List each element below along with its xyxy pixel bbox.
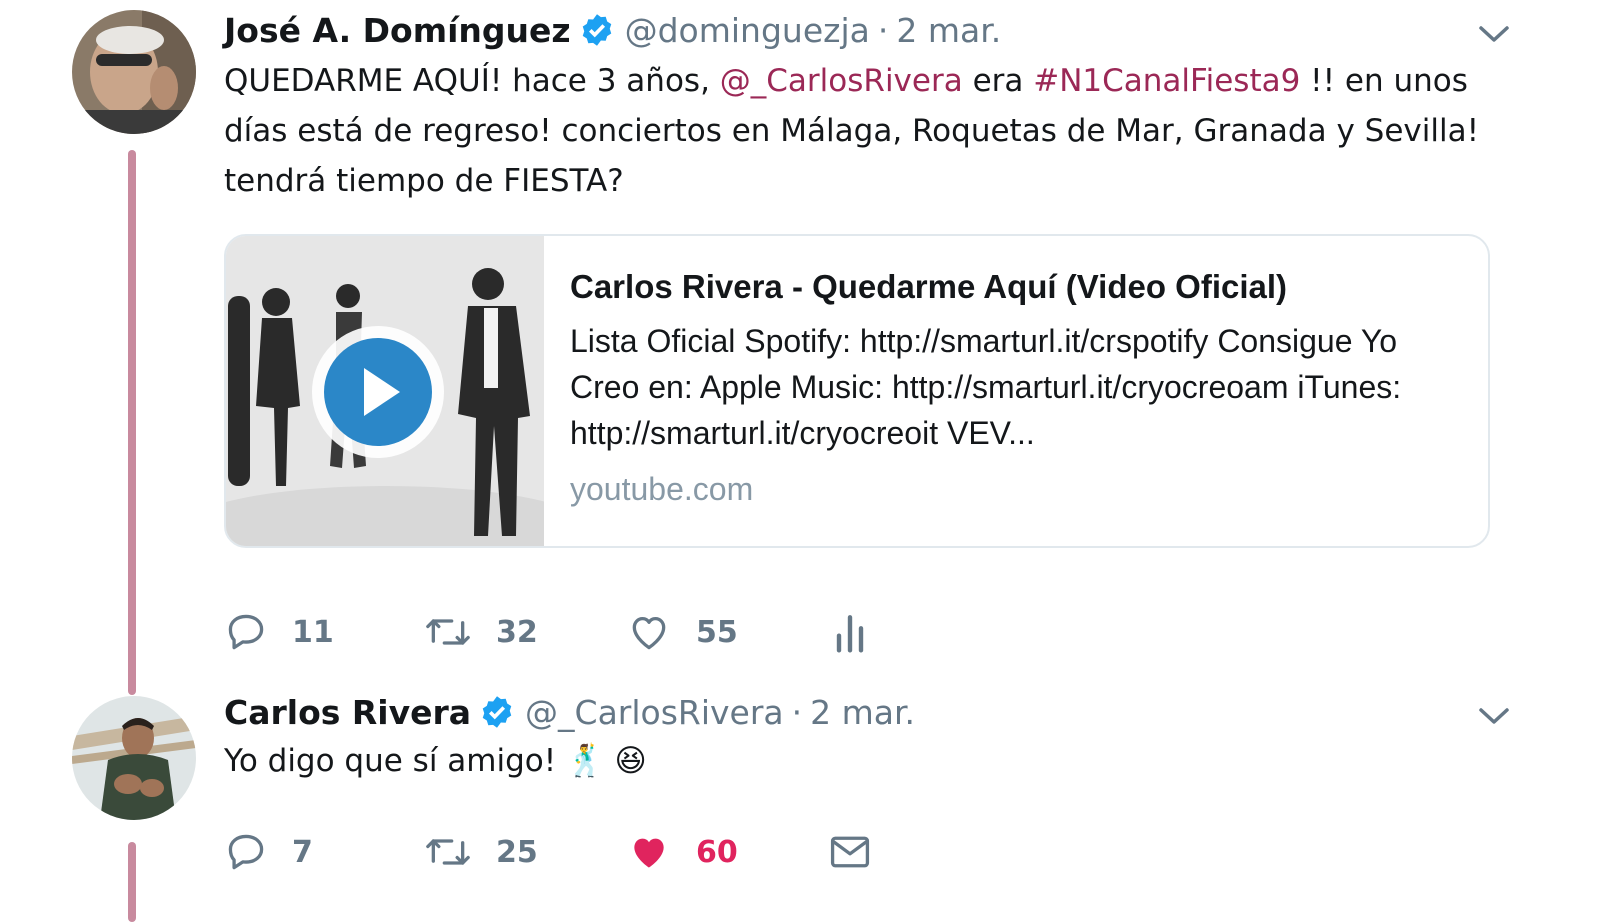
envelope-icon xyxy=(830,836,870,868)
chevron-down-icon[interactable] xyxy=(1478,706,1510,726)
reply-count: 11 xyxy=(292,614,334,650)
author-name[interactable]: Carlos Rivera xyxy=(224,693,471,732)
retweet-count: 25 xyxy=(496,834,538,870)
card-title[interactable]: Carlos Rivera - Quedarme Aquí (Video Ofi… xyxy=(570,264,1470,310)
text-segment: QUEDARME AQUÍ! hace 3 años, xyxy=(224,63,720,99)
retweet-button[interactable]: 32 xyxy=(424,602,538,662)
verified-badge-icon xyxy=(479,694,515,730)
reply-count: 7 xyxy=(292,834,313,870)
reply-button[interactable]: 7 xyxy=(224,822,313,882)
mention-link[interactable]: @_CarlosRivera xyxy=(720,63,963,99)
thread-line xyxy=(128,150,136,695)
separator: · xyxy=(791,692,803,732)
analytics-button[interactable] xyxy=(832,602,868,662)
card-body[interactable]: Carlos Rivera - Quedarme Aquí (Video Ofi… xyxy=(570,264,1470,512)
analytics-icon xyxy=(836,615,864,653)
card-description: Lista Oficial Spotify: http://smarturl.i… xyxy=(570,323,1402,451)
like-button[interactable]: 55 xyxy=(626,602,738,662)
retweet-count: 32 xyxy=(496,614,538,650)
tweet-header: Carlos Rivera @_CarlosRivera · 2 mar. xyxy=(224,690,915,734)
video-thumbnail[interactable] xyxy=(226,236,586,546)
chevron-down-icon[interactable] xyxy=(1478,24,1510,44)
tweet-date[interactable]: 2 mar. xyxy=(810,693,915,732)
like-button[interactable]: 60 xyxy=(626,822,738,882)
author-name[interactable]: José A. Domínguez xyxy=(224,11,571,50)
thread-line xyxy=(128,842,136,922)
direct-message-button[interactable] xyxy=(828,822,872,882)
separator: · xyxy=(877,10,889,50)
retweet-icon xyxy=(426,839,470,865)
card-domain: youtube.com xyxy=(570,471,754,507)
like-count: 55 xyxy=(696,614,738,650)
retweet-button[interactable]: 25 xyxy=(424,822,538,882)
hashtag-link[interactable]: #N1CanalFiesta9 xyxy=(1033,63,1300,99)
tweet-header: José A. Domínguez @dominguezja · 2 mar. xyxy=(224,8,1001,52)
reply-button[interactable]: 11 xyxy=(224,602,334,662)
avatar[interactable] xyxy=(72,10,196,134)
heart-filled-icon xyxy=(634,838,664,868)
verified-badge-icon xyxy=(579,12,615,48)
like-count: 60 xyxy=(696,834,738,870)
tweet-text: QUEDARME AQUÍ! hace 3 años, @_CarlosRive… xyxy=(224,56,1494,206)
tweet-text: Yo digo que sí amigo! 🕺 😆 xyxy=(224,743,647,779)
reply-icon xyxy=(228,614,264,650)
text-segment: era xyxy=(962,63,1034,99)
author-handle[interactable]: @_CarlosRivera xyxy=(525,693,784,732)
avatar[interactable] xyxy=(72,696,196,820)
tweet-date[interactable]: 2 mar. xyxy=(896,11,1001,50)
link-card[interactable]: Carlos Rivera - Quedarme Aquí (Video Ofi… xyxy=(224,234,1490,548)
retweet-icon xyxy=(426,619,470,645)
heart-icon xyxy=(632,616,666,650)
author-handle[interactable]: @dominguezja xyxy=(625,11,870,50)
reply-icon xyxy=(228,834,264,870)
